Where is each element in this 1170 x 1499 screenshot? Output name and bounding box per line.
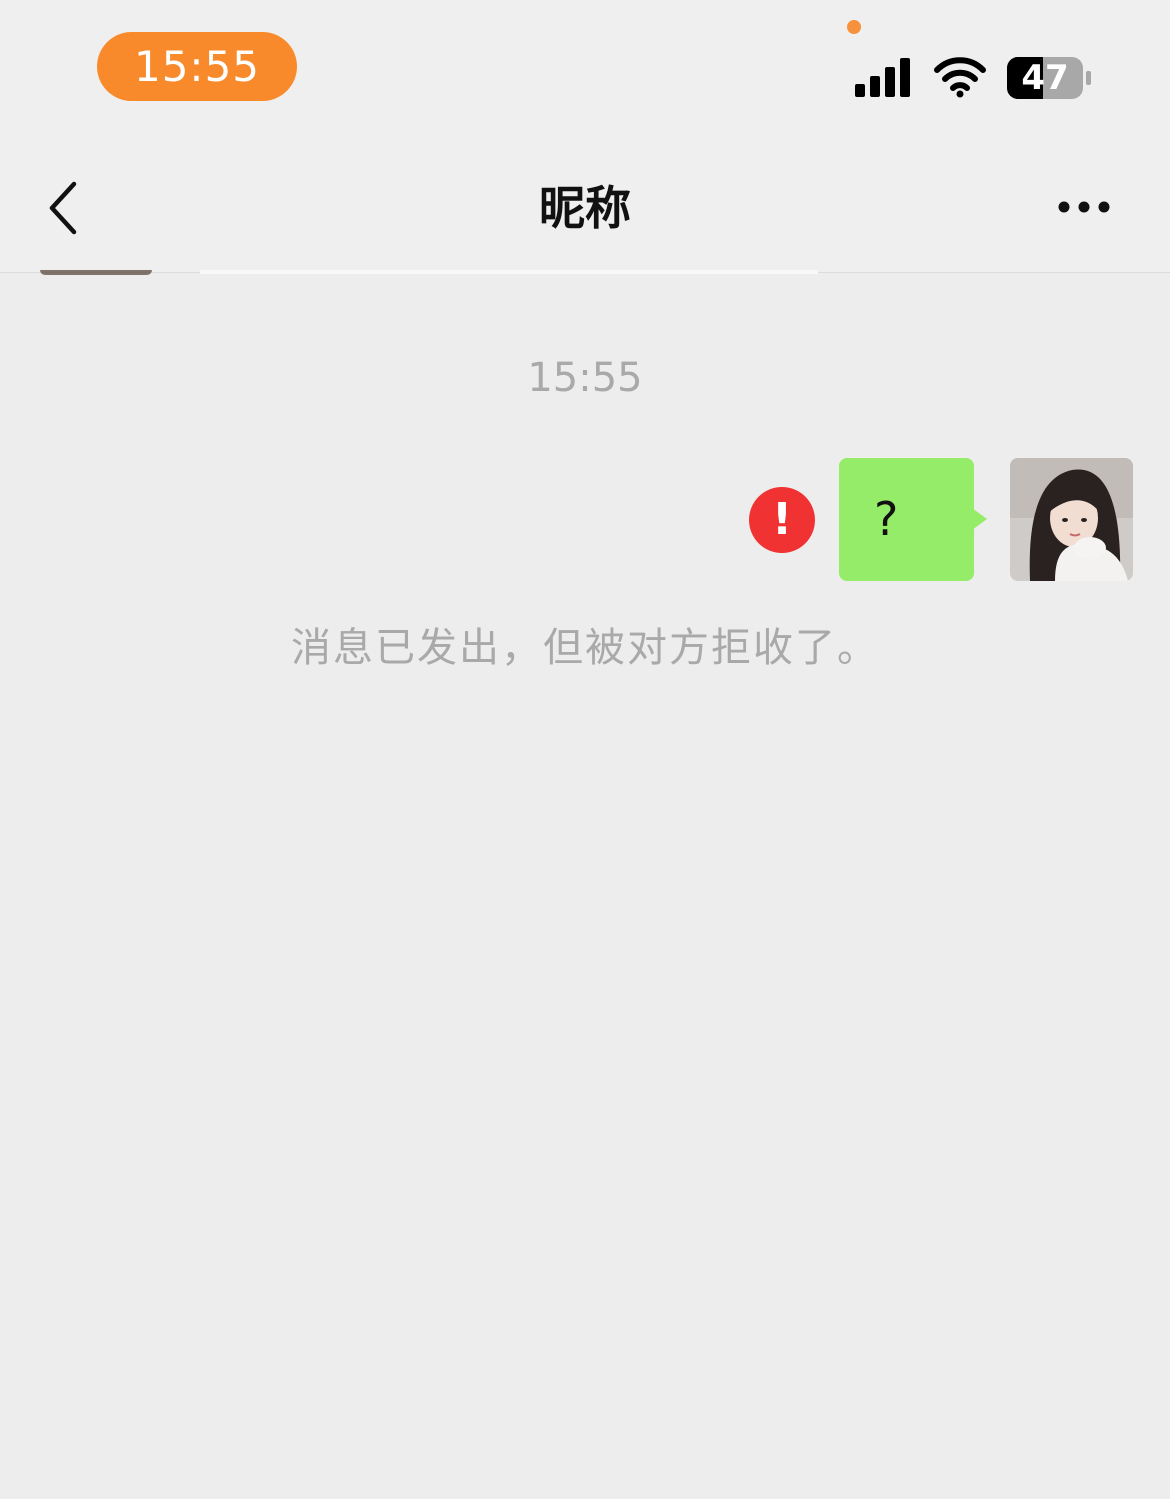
status-bar: 15:55 47: [0, 0, 1170, 130]
message-text: ?: [874, 492, 899, 546]
message-timestamp: 15:55: [527, 355, 643, 401]
chat-header: 昵称: [0, 130, 1170, 273]
wifi-icon: [934, 57, 986, 98]
message-bubble[interactable]: ?: [839, 458, 974, 581]
avatar-photo: [1010, 458, 1133, 581]
system-notice: 消息已发出，但被对方拒收了。: [291, 625, 879, 671]
banner-peek-edge: [200, 270, 818, 274]
chat-title: 昵称: [539, 181, 631, 235]
banner-peek-edge: [40, 270, 152, 275]
signal-icon: [855, 58, 910, 97]
send-failed-icon[interactable]: !: [749, 487, 815, 553]
battery-percentage: 47: [1021, 58, 1069, 98]
privacy-indicator-dot: [847, 20, 861, 34]
more-dots-icon[interactable]: [1050, 190, 1120, 224]
bubble-tail: [972, 508, 987, 530]
avatar[interactable]: [1010, 458, 1133, 581]
status-time[interactable]: 15:55: [97, 32, 297, 101]
